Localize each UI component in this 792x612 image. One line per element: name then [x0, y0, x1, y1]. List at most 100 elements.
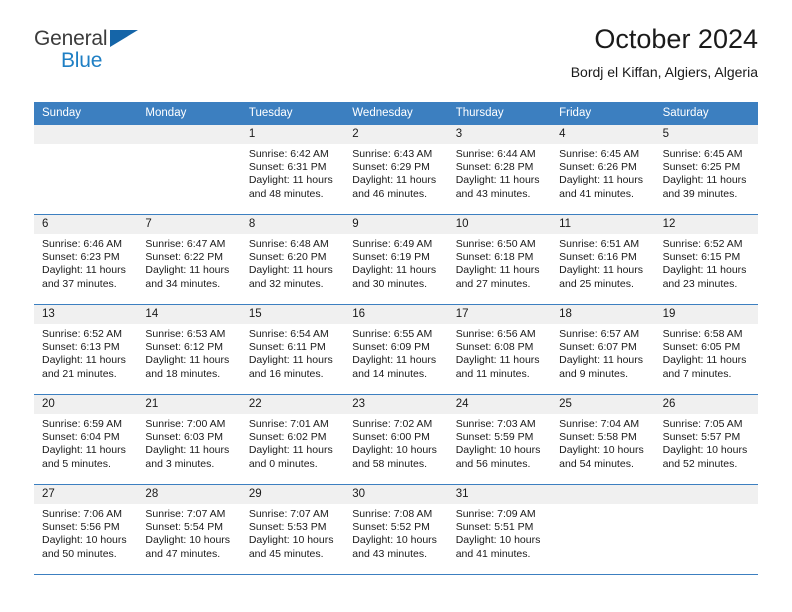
day-cell-27[interactable]: 27 Sunrise: 7:06 AM Sunset: 5:56 PM Dayligh…	[34, 485, 138, 574]
daylight-text: and 56 minutes.	[455, 457, 531, 470]
day-cell-13[interactable]: 13 Sunrise: 6:52 AM Sunset: 6:13 PM Dayligh…	[34, 305, 138, 394]
day-number: 5	[654, 125, 758, 144]
sunset-text: Sunset: 6:23 PM	[42, 251, 120, 264]
day-details: Sunrise: 6:51 AM Sunset: 6:16 PM Daylight:…	[551, 234, 654, 291]
day-cell-2[interactable]: 2 Sunrise: 6:43 AM Sunset: 6:29 PM Daylight…	[344, 125, 448, 214]
sunrise-text: Sunrise: 6:45 AM	[559, 148, 640, 160]
day-details: Sunrise: 6:54 AM Sunset: 6:11 PM Daylight:…	[241, 324, 344, 381]
day-number: 15	[240, 305, 345, 324]
day-cell-19[interactable]: 19 Sunrise: 6:58 AM Sunset: 6:05 PM Dayligh…	[654, 305, 758, 394]
sunset-text: Sunset: 6:28 PM	[455, 161, 534, 174]
day-details: Sunrise: 7:00 AM Sunset: 6:03 PM Daylight:…	[137, 414, 240, 471]
daylight-text: and 21 minutes.	[42, 367, 117, 380]
day-cell-18[interactable]: 18 Sunrise: 6:57 AM Sunset: 6:07 PM Dayligh…	[551, 305, 655, 394]
day-cell-24[interactable]: 24 Sunrise: 7:03 AM Sunset: 5:59 PM Dayligh…	[447, 395, 552, 484]
daylight-text: and 32 minutes.	[248, 277, 324, 290]
day-number: 3	[447, 125, 552, 144]
day-cell-14[interactable]: 14 Sunrise: 6:53 AM Sunset: 6:12 PM Dayligh…	[137, 305, 241, 394]
day-details: Sunrise: 6:44 AM Sunset: 6:28 PM Daylight:…	[448, 144, 551, 201]
sunset-text: Sunset: 6:25 PM	[662, 161, 741, 174]
daylight-text: Daylight: 10 hours	[352, 444, 437, 457]
blue-triangle-flag-icon	[110, 30, 138, 47]
daylight-text: and 34 minutes.	[145, 277, 221, 290]
day-cell-25[interactable]: 25 Sunrise: 7:04 AM Sunset: 5:58 PM Dayligh…	[551, 395, 655, 484]
daylight-text: and 7 minutes.	[662, 367, 732, 380]
sunset-text: Sunset: 6:08 PM	[455, 341, 534, 354]
day-cell-6[interactable]: 6 Sunrise: 6:46 AM Sunset: 6:23 PM Daylight…	[34, 215, 138, 304]
day-cell-23[interactable]: 23 Sunrise: 7:02 AM Sunset: 6:00 PM Dayligh…	[344, 395, 448, 484]
sunset-text: Sunset: 6:19 PM	[352, 251, 430, 264]
day-cell-8[interactable]: 8 Sunrise: 6:48 AM Sunset: 6:20 PM Daylight…	[240, 215, 345, 304]
daylight-text: Daylight: 10 hours	[42, 534, 127, 547]
day-details: Sunrise: 7:07 AM Sunset: 5:53 PM Daylight:…	[241, 504, 344, 561]
daylight-text: and 11 minutes.	[455, 367, 530, 380]
day-cell-12[interactable]: 12 Sunrise: 6:52 AM Sunset: 6:15 PM Dayligh…	[654, 215, 758, 304]
daylight-text: and 58 minutes.	[352, 457, 427, 470]
daylight-text: Daylight: 11 hours	[42, 354, 126, 367]
sunrise-text: Sunrise: 6:48 AM	[248, 238, 329, 250]
day-cell-28[interactable]: 28 Sunrise: 7:07 AM Sunset: 5:54 PM Dayligh…	[137, 485, 241, 574]
day-cell-22[interactable]: 22 Sunrise: 7:01 AM Sunset: 6:02 PM Dayligh…	[240, 395, 345, 484]
day-cell-11[interactable]: 11 Sunrise: 6:51 AM Sunset: 6:16 PM Dayligh…	[551, 215, 655, 304]
daylight-text: and 23 minutes.	[662, 277, 738, 290]
day-cell-29[interactable]: 29 Sunrise: 7:07 AM Sunset: 5:53 PM Dayligh…	[240, 485, 345, 574]
sunset-text: Sunset: 6:02 PM	[248, 431, 327, 444]
day-cell-7[interactable]: 7 Sunrise: 6:47 AM Sunset: 6:22 PM Daylight…	[137, 215, 241, 304]
day-cell-10[interactable]: 10 Sunrise: 6:50 AM Sunset: 6:18 PM Dayligh…	[447, 215, 552, 304]
calendar-week-row: 13 Sunrise: 6:52 AM Sunset: 6:13 PM Dayligh…	[34, 305, 758, 395]
day-number: 12	[654, 215, 758, 234]
day-details: Sunrise: 7:04 AM Sunset: 5:58 PM Daylight:…	[551, 414, 654, 471]
day-cell-1[interactable]: 1 Sunrise: 6:42 AM Sunset: 6:31 PM Daylight…	[240, 125, 345, 214]
daylight-text: Daylight: 10 hours	[559, 444, 644, 457]
day-number: 27	[34, 485, 138, 504]
day-details: Sunrise: 7:06 AM Sunset: 5:56 PM Daylight:…	[34, 504, 137, 561]
sunset-text: Sunset: 6:13 PM	[42, 341, 120, 354]
daylight-text: Daylight: 11 hours	[559, 174, 643, 187]
daylight-text: Daylight: 11 hours	[455, 354, 540, 367]
sunrise-text: Sunrise: 7:07 AM	[248, 508, 329, 520]
sunrise-text: Sunrise: 6:56 AM	[455, 328, 536, 340]
daylight-text: Daylight: 11 hours	[145, 264, 230, 277]
sunrise-text: Sunrise: 7:07 AM	[145, 508, 226, 520]
day-cell-3[interactable]: 3 Sunrise: 6:44 AM Sunset: 6:28 PM Daylight…	[447, 125, 552, 214]
sunset-text: Sunset: 5:53 PM	[248, 521, 327, 534]
sunset-text: Sunset: 6:18 PM	[455, 251, 534, 264]
daylight-text: and 14 minutes.	[352, 367, 427, 380]
day-cell-17[interactable]: 17 Sunrise: 6:56 AM Sunset: 6:08 PM Dayligh…	[447, 305, 552, 394]
day-number: 25	[551, 395, 655, 414]
day-cell-21[interactable]: 21 Sunrise: 7:00 AM Sunset: 6:03 PM Dayligh…	[137, 395, 241, 484]
daylight-text: and 16 minutes.	[248, 367, 324, 380]
day-cell-30[interactable]: 30 Sunrise: 7:08 AM Sunset: 5:52 PM Dayligh…	[344, 485, 448, 574]
day-cell-9[interactable]: 9 Sunrise: 6:49 AM Sunset: 6:19 PM Daylight…	[344, 215, 448, 304]
calendar-week-row: 20 Sunrise: 6:59 AM Sunset: 6:04 PM Dayligh…	[34, 395, 758, 485]
weekday-header-monday: Monday	[145, 107, 187, 119]
day-cell-16[interactable]: 16 Sunrise: 6:55 AM Sunset: 6:09 PM Dayligh…	[344, 305, 448, 394]
sunrise-text: Sunrise: 6:45 AM	[662, 148, 743, 160]
daylight-text: Daylight: 11 hours	[248, 174, 333, 187]
general-blue-logo[interactable]: General Blue	[34, 22, 154, 71]
daylight-text: Daylight: 11 hours	[248, 264, 333, 277]
daylight-text: and 37 minutes.	[42, 277, 117, 290]
day-number: 18	[551, 305, 655, 324]
day-details: Sunrise: 6:45 AM Sunset: 6:25 PM Daylight:…	[655, 144, 758, 201]
day-cell-4[interactable]: 4 Sunrise: 6:45 AM Sunset: 6:26 PM Daylight…	[551, 125, 655, 214]
sunset-text: Sunset: 6:09 PM	[352, 341, 430, 354]
sunrise-text: Sunrise: 6:54 AM	[248, 328, 329, 340]
day-number: 6	[34, 215, 138, 234]
day-cell-31[interactable]: 31 Sunrise: 7:09 AM Sunset: 5:51 PM Dayligh…	[447, 485, 552, 574]
sunset-text: Sunset: 5:59 PM	[455, 431, 534, 444]
sunrise-text: Sunrise: 6:52 AM	[662, 238, 743, 250]
sunrise-text: Sunrise: 6:52 AM	[42, 328, 122, 340]
day-number	[34, 125, 138, 144]
daylight-text: Daylight: 11 hours	[145, 444, 230, 457]
sunrise-text: Sunrise: 6:53 AM	[145, 328, 226, 340]
day-cell-20[interactable]: 20 Sunrise: 6:59 AM Sunset: 6:04 PM Dayligh…	[34, 395, 138, 484]
day-number: 4	[551, 125, 655, 144]
daylight-text: Daylight: 10 hours	[455, 444, 541, 457]
day-cell-5[interactable]: 5 Sunrise: 6:45 AM Sunset: 6:25 PM Daylight…	[654, 125, 758, 214]
daylight-text: and 52 minutes.	[662, 457, 738, 470]
day-cell-15[interactable]: 15 Sunrise: 6:54 AM Sunset: 6:11 PM Dayligh…	[240, 305, 345, 394]
day-number: 10	[447, 215, 552, 234]
day-cell-26[interactable]: 26 Sunrise: 7:05 AM Sunset: 5:57 PM Dayligh…	[654, 395, 758, 484]
day-number	[551, 485, 655, 504]
